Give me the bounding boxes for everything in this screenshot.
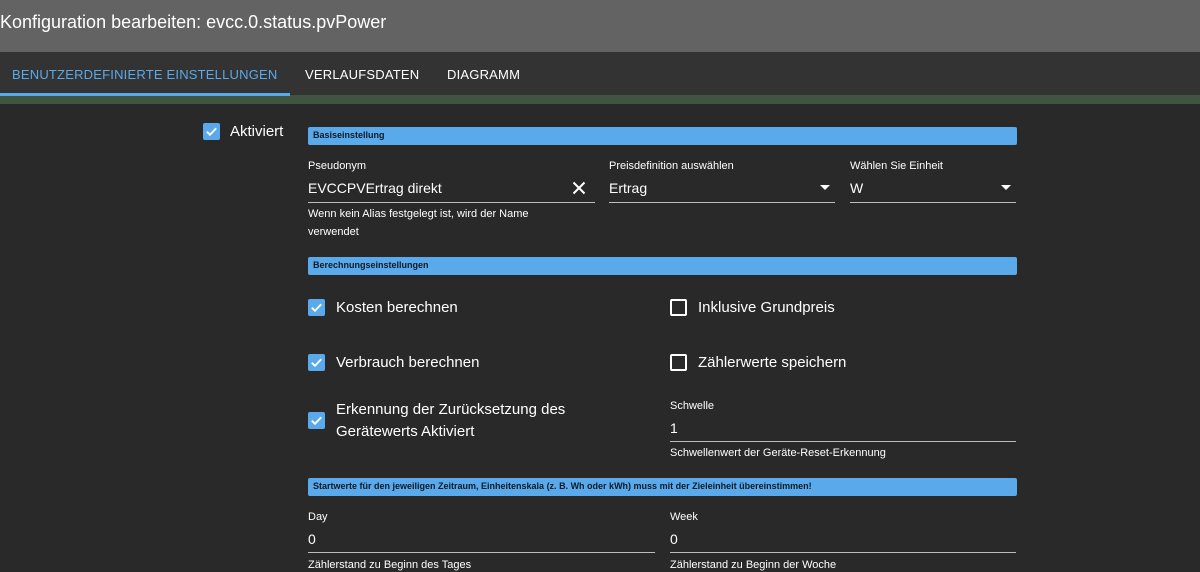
dropdown-arrow-icon[interactable] xyxy=(820,185,830,191)
section-header-calc-text: Berechnungseinstellungen xyxy=(313,260,429,270)
day-helper-text: Zählerstand zu Beginn des Tages xyxy=(308,559,472,571)
tab-bar: BENUTZERDEFINIERTE EINSTELLUNGEN VERLAUF… xyxy=(0,52,1200,96)
tab-custom-settings[interactable]: BENUTZERDEFINIERTE EINSTELLUNGEN xyxy=(12,67,277,82)
week-input[interactable]: 0 xyxy=(670,531,678,547)
price-underline xyxy=(609,202,835,203)
clear-icon[interactable] xyxy=(572,181,586,195)
base-price-checkbox[interactable] xyxy=(670,299,687,316)
check-icon xyxy=(311,303,322,313)
price-label: Preisdefinition auswählen xyxy=(609,160,734,172)
unit-label: Wählen Sie Einheit xyxy=(850,160,943,172)
meter-values-label: Zählerwerte speichern xyxy=(698,354,847,371)
alias-helper-text: Wenn kein Alias festgelegt ist, wird der… xyxy=(308,208,529,238)
threshold-helper-text: Schwellenwert der Geräte-Reset-Erkennung xyxy=(670,447,886,459)
day-underline xyxy=(308,552,655,553)
alias-underline xyxy=(308,202,595,203)
tab-chart[interactable]: DIAGRAMM xyxy=(447,67,520,82)
enabled-checkbox[interactable] xyxy=(203,123,220,140)
dialog-title: Konfiguration bearbeiten: evcc.0.status.… xyxy=(0,12,387,32)
tab-history-data[interactable]: VERLAUFSDATEN xyxy=(305,67,419,82)
divider-bar xyxy=(290,95,1200,104)
section-header-basic-text: Basiseinstellung xyxy=(313,130,385,140)
threshold-underline xyxy=(670,441,1016,442)
reset-detection-label: Erkennung der Zurücksetzung des Gerätewe… xyxy=(336,401,566,440)
section-header-start-values-text: Startwerte für den jeweiligen Zeitraum, … xyxy=(313,481,812,491)
unit-underline xyxy=(850,202,1016,203)
meter-values-checkbox[interactable] xyxy=(670,354,687,371)
threshold-input[interactable]: 1 xyxy=(670,420,678,436)
costs-checkbox[interactable] xyxy=(308,299,325,316)
unit-select[interactable]: W xyxy=(850,180,863,196)
base-price-label: Inklusive Grundpreis xyxy=(698,299,835,316)
day-input[interactable]: 0 xyxy=(308,531,316,547)
section-header-basic: Basiseinstellung xyxy=(308,127,1017,145)
reset-detection-checkbox[interactable] xyxy=(308,412,325,429)
enabled-label: Aktiviert xyxy=(230,123,284,140)
consumption-label: Verbrauch berechnen xyxy=(336,354,480,371)
check-icon xyxy=(311,416,322,426)
week-underline xyxy=(670,552,1016,553)
dialog-titlebar: Konfiguration bearbeiten: evcc.0.status.… xyxy=(0,0,1200,52)
consumption-checkbox[interactable] xyxy=(308,354,325,371)
divider-bar xyxy=(0,96,290,104)
week-label: Week xyxy=(670,511,698,523)
alias-input[interactable]: EVCCPVErtrag direkt xyxy=(308,180,442,196)
section-header-calc: Berechnungseinstellungen xyxy=(308,257,1017,275)
alias-label: Pseudonym xyxy=(308,160,367,172)
section-header-start-values: Startwerte für den jeweiligen Zeitraum, … xyxy=(308,478,1017,496)
threshold-label: Schwelle xyxy=(670,400,715,412)
check-icon xyxy=(311,358,322,368)
dropdown-arrow-icon[interactable] xyxy=(1001,185,1011,191)
costs-label: Kosten berechnen xyxy=(336,299,458,316)
day-label: Day xyxy=(308,511,328,523)
price-select[interactable]: Ertrag xyxy=(609,180,647,196)
check-icon xyxy=(206,127,217,137)
week-helper-text: Zählerstand zu Beginn der Woche xyxy=(670,559,837,571)
